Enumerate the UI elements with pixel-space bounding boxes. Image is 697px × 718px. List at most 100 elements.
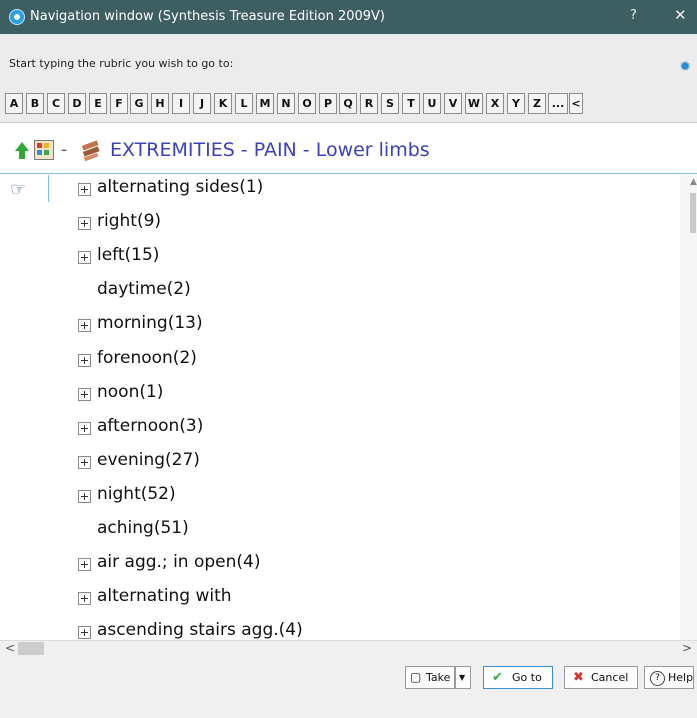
rubric-row[interactable]: alternating sides(1) [0, 175, 680, 209]
scroll-right-icon[interactable]: > [682, 641, 692, 655]
rubric-label[interactable]: alternating with [97, 586, 232, 606]
horizontal-scroll-thumb[interactable] [18, 642, 44, 655]
expand-plus-icon[interactable] [78, 354, 91, 367]
rubric-label[interactable]: morning(13) [97, 313, 203, 333]
letter-button[interactable]: U [423, 93, 441, 114]
help-button[interactable]: ? Help [644, 666, 694, 689]
close-window-button[interactable]: ✕ [674, 6, 687, 24]
rubric-row[interactable]: left(15) [0, 243, 680, 277]
letter-button[interactable]: G [130, 93, 148, 114]
expand-plus-icon[interactable] [78, 388, 91, 401]
letter-button[interactable]: X [486, 93, 504, 114]
letter-button[interactable]: D [68, 93, 86, 114]
letter-button[interactable]: N [277, 93, 295, 114]
cancel-icon: ✖ [573, 670, 584, 685]
rubric-label[interactable]: left(15) [97, 245, 159, 265]
gear-icon[interactable]: ✹ [679, 60, 691, 74]
letter-button[interactable]: Z [528, 93, 546, 114]
letter-button[interactable]: H [151, 93, 169, 114]
repertory-book-icon[interactable] [34, 140, 54, 160]
rubric-label[interactable]: night(52) [97, 484, 176, 504]
expand-plus-icon[interactable] [78, 422, 91, 435]
cancel-button[interactable]: ✖ Cancel [564, 666, 638, 689]
rubric-row[interactable]: right(9) [0, 209, 680, 243]
rubric-row[interactable]: night(52) [0, 482, 680, 516]
rubric-label[interactable]: forenoon(2) [97, 348, 197, 368]
letter-button[interactable]: Y [507, 93, 525, 114]
letter-button[interactable]: M [256, 93, 274, 114]
letter-button[interactable]: C [47, 93, 65, 114]
rubric-row[interactable]: aching(51) [0, 516, 680, 550]
letter-button[interactable]: Q [339, 93, 357, 114]
rubric-label[interactable]: ascending stairs agg.(4) [97, 620, 303, 640]
rubric-row[interactable]: daytime(2) [0, 277, 680, 311]
letter-button[interactable]: R [360, 93, 378, 114]
go-to-label: Go to [512, 671, 542, 684]
take-icon: ▢ [410, 670, 422, 684]
expand-plus-icon[interactable] [78, 251, 91, 264]
rubric-label[interactable]: aching(51) [97, 518, 189, 538]
rubric-row[interactable]: air agg.; in open(4) [0, 550, 680, 584]
scroll-left-icon[interactable]: < [5, 641, 15, 655]
expand-plus-icon[interactable] [78, 456, 91, 469]
letter-button[interactable]: V [444, 93, 462, 114]
help-title-button[interactable]: ? [630, 8, 637, 23]
expand-plus-icon[interactable] [78, 592, 91, 605]
go-to-button[interactable]: ✔ Go to [483, 666, 553, 689]
help-icon: ? [650, 671, 665, 686]
expand-plus-icon[interactable] [78, 217, 91, 230]
letter-button[interactable]: I [172, 93, 190, 114]
rubric-label[interactable]: air agg.; in open(4) [97, 552, 260, 572]
letter-button[interactable]: K [214, 93, 232, 114]
alphabet-bar: A B C D E F G H I J K L M N O P Q R S T U V W X Y Z... < [0, 90, 697, 123]
rubric-row[interactable]: morning(13) [0, 311, 680, 345]
title-bar: Navigation window (Synthesis Treasure Ed… [0, 0, 697, 34]
letter-button[interactable]: W [465, 93, 483, 114]
cancel-label: Cancel [591, 671, 629, 684]
letter-button[interactable]: O [298, 93, 316, 114]
expand-plus-icon[interactable] [78, 558, 91, 571]
horizontal-scrollbar[interactable] [0, 640, 697, 658]
checkmark-icon: ✔ [492, 670, 503, 685]
letter-button[interactable]: J [193, 93, 211, 114]
rubric-label[interactable]: right(9) [97, 211, 161, 231]
scroll-up-icon[interactable]: ▲ [690, 177, 697, 187]
letter-button[interactable]: A [5, 93, 23, 114]
rubric-row[interactable]: forenoon(2) [0, 346, 680, 380]
help-label: Help [668, 671, 694, 684]
heading-separator: - [61, 140, 68, 160]
app-logo-icon [9, 9, 25, 25]
letter-button[interactable]: S [381, 93, 399, 114]
chevron-down-icon: ▼ [459, 673, 466, 682]
expand-plus-icon[interactable] [78, 626, 91, 639]
prompt-bar: Start typing the rubric you wish to go t… [0, 34, 697, 90]
expand-plus-icon[interactable] [78, 490, 91, 503]
rubric-label[interactable]: afternoon(3) [97, 416, 203, 436]
letter-button[interactable]: E [89, 93, 107, 114]
take-dropdown-button[interactable]: ▼ [455, 666, 471, 689]
take-label: Take [426, 671, 451, 684]
rubric-label[interactable]: evening(27) [97, 450, 200, 470]
vertical-scroll-thumb[interactable] [690, 193, 696, 233]
window-title: Navigation window (Synthesis Treasure Ed… [30, 9, 385, 24]
letter-button[interactable]: P [319, 93, 337, 114]
letter-button[interactable]: T [402, 93, 420, 114]
letter-button[interactable]: L [235, 93, 253, 114]
letter-button[interactable]: B [26, 93, 44, 114]
rubric-row[interactable]: evening(27) [0, 448, 680, 482]
expand-plus-icon[interactable] [78, 319, 91, 332]
letter-button[interactable]: < [569, 93, 583, 114]
expand-plus-icon[interactable] [78, 183, 91, 196]
rubric-row[interactable]: noon(1) [0, 380, 680, 414]
rubric-label[interactable]: alternating sides(1) [97, 177, 263, 197]
letter-button[interactable]: F [110, 93, 128, 114]
letter-button[interactable]: ... [548, 93, 568, 114]
take-button[interactable]: ▢ Take [405, 666, 455, 689]
rubric-row[interactable]: afternoon(3) [0, 414, 680, 448]
up-arrow-stem[interactable] [19, 150, 25, 159]
rubric-label[interactable]: noon(1) [97, 382, 163, 402]
rubric-row[interactable]: alternating with [0, 584, 680, 618]
vertical-scrollbar[interactable] [680, 175, 697, 658]
rubric-label[interactable]: daytime(2) [97, 279, 191, 299]
rubric-path-title: EXTREMITIES - PAIN - Lower limbs [110, 139, 430, 161]
